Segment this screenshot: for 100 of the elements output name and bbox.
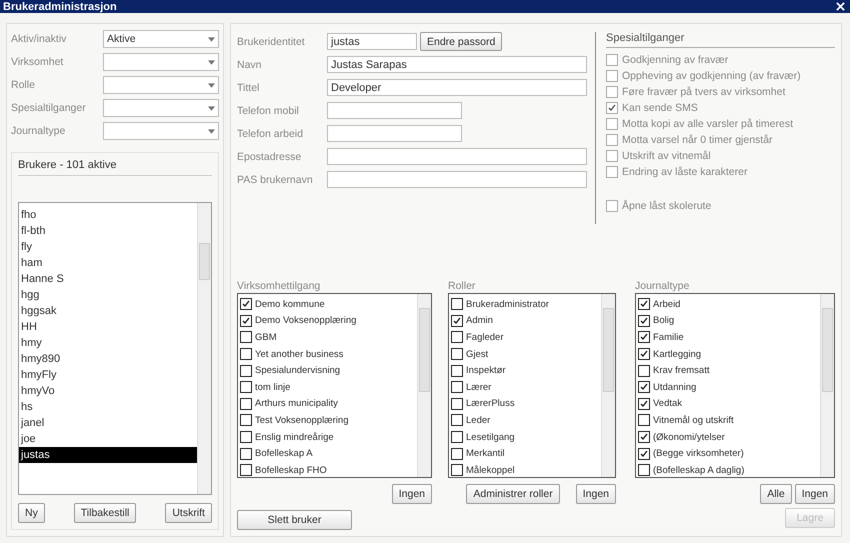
checkbox[interactable] (638, 364, 650, 377)
checkbox-label: Lesetilgang (466, 432, 515, 443)
checkbox[interactable] (451, 331, 463, 344)
close-icon[interactable] (836, 2, 845, 11)
user-item[interactable]: hmy (19, 335, 197, 351)
checkbox-label: Enslig mindreårige (255, 432, 334, 443)
user-item[interactable]: hmy890 (19, 351, 197, 367)
list-button[interactable]: Alle (760, 484, 792, 504)
checkbox[interactable] (240, 431, 252, 444)
checkbox[interactable] (638, 381, 650, 394)
scrollbar[interactable] (417, 294, 431, 477)
list-title: Virksomhettilgang (237, 280, 322, 292)
user-action-button[interactable]: Tilbakestill (74, 503, 136, 523)
checkbox[interactable] (638, 298, 650, 310)
filter-label: Spesialtilganger (11, 102, 87, 114)
checkbox[interactable] (451, 414, 463, 426)
user-item[interactable]: hmyFly (19, 367, 197, 383)
checkbox[interactable] (240, 331, 252, 344)
field-label: PAS brukernavn (237, 174, 314, 186)
checkbox[interactable] (240, 364, 252, 377)
checkbox[interactable] (451, 298, 463, 310)
checkbox-label: Lærer (466, 382, 492, 393)
scrollbar[interactable] (601, 294, 615, 477)
checkbox[interactable] (240, 398, 252, 410)
checkbox[interactable] (606, 54, 618, 66)
checkbox[interactable] (451, 381, 463, 394)
checkbox[interactable] (638, 431, 650, 444)
scrollbar[interactable] (197, 203, 211, 494)
checkbox[interactable] (240, 464, 252, 476)
user-item[interactable]: justas (19, 447, 197, 463)
checkbox[interactable] (638, 464, 650, 476)
text-field[interactable] (327, 102, 462, 119)
checkbox[interactable] (606, 166, 618, 178)
checkbox[interactable] (451, 398, 463, 410)
filter-label: Aktiv/inaktiv (11, 33, 68, 45)
change-password-button[interactable]: Endre passord (420, 32, 502, 51)
checkbox-label: Oppheving av godkjenning (av fravær) (622, 70, 801, 82)
user-item[interactable]: fho (19, 207, 197, 223)
user-id-field[interactable]: justas (327, 33, 417, 50)
user-item[interactable]: fl-bth (19, 223, 197, 239)
checkbox[interactable] (638, 331, 650, 344)
checkbox[interactable] (240, 381, 252, 394)
user-item[interactable]: hggsak (19, 303, 197, 319)
user-item[interactable]: fly (19, 239, 197, 255)
list-button[interactable]: Ingen (794, 484, 835, 504)
user-item[interactable]: janel (19, 415, 197, 431)
list-button[interactable]: Ingen (392, 484, 432, 504)
checkbox-label: Leder (466, 414, 490, 426)
filter-dropdown[interactable]: Aktive (103, 30, 219, 48)
checkbox[interactable] (606, 134, 618, 146)
user-item[interactable]: hmyVo (19, 383, 197, 399)
checkbox[interactable] (451, 314, 463, 327)
checkbox[interactable] (451, 431, 463, 444)
checkbox[interactable] (451, 448, 463, 460)
checkbox-label: (Begge virksomheter) (653, 448, 744, 460)
text-field[interactable] (327, 125, 462, 142)
field-label: Brukeridentitet (237, 36, 306, 48)
text-field[interactable] (327, 171, 587, 188)
user-item[interactable]: hgg (19, 287, 197, 303)
checkbox[interactable] (606, 200, 618, 212)
list-button[interactable]: Ingen (576, 484, 616, 504)
user-item[interactable]: ham (19, 255, 197, 271)
checkbox-label: Krav fremsatt (653, 365, 710, 376)
delete-user-button[interactable]: Slett bruker (237, 510, 352, 530)
user-item[interactable]: joe (19, 431, 197, 447)
checkbox[interactable] (638, 398, 650, 410)
checkbox[interactable] (240, 298, 252, 310)
checkbox[interactable] (240, 448, 252, 460)
checkbox[interactable] (606, 150, 618, 162)
user-action-button[interactable]: Ny (18, 503, 45, 523)
checkbox[interactable] (638, 314, 650, 327)
checkbox[interactable] (606, 70, 618, 82)
checkbox[interactable] (606, 102, 618, 114)
checkbox[interactable] (451, 364, 463, 377)
checkbox[interactable] (451, 348, 463, 360)
checkbox[interactable] (606, 118, 618, 130)
checkbox[interactable] (638, 414, 650, 426)
filter-label: Rolle (11, 79, 36, 91)
checkbox-label: (Økonomi/ytelser (653, 432, 725, 443)
text-field[interactable] (327, 148, 587, 165)
checkbox[interactable] (638, 348, 650, 360)
checkbox[interactable] (606, 86, 618, 98)
filter-label: Journaltype (11, 125, 66, 137)
checkbox-label: Vedtak (653, 398, 682, 410)
checkbox[interactable] (240, 314, 252, 327)
user-item[interactable]: Hanne S (19, 271, 197, 287)
checkbox[interactable] (451, 464, 463, 476)
text-field[interactable]: Developer (327, 79, 587, 96)
checkbox-label: Familie (653, 332, 684, 343)
checkbox[interactable] (638, 448, 650, 460)
checkbox-label: Kan sende SMS (622, 102, 698, 114)
checkbox[interactable] (240, 414, 252, 426)
user-item[interactable]: HH (19, 319, 197, 335)
checkbox-label: Yet another business (255, 348, 344, 360)
list-button[interactable]: Administrer roller (466, 484, 560, 504)
user-action-button[interactable]: Utskrift (165, 503, 212, 523)
checkbox[interactable] (240, 348, 252, 360)
scrollbar[interactable] (820, 294, 834, 477)
user-item[interactable]: hs (19, 399, 197, 415)
text-field[interactable]: Justas Sarapas (327, 56, 587, 73)
